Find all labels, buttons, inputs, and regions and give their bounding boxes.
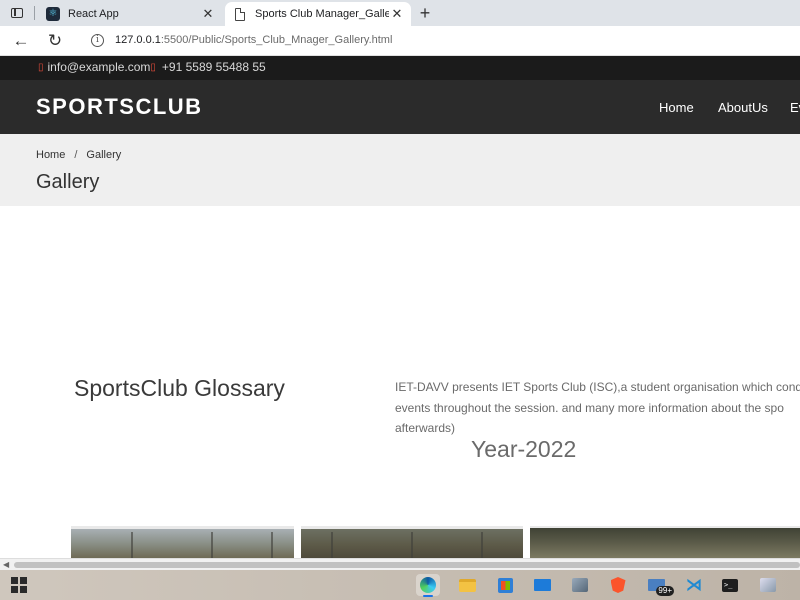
app-icon[interactable] xyxy=(568,574,592,596)
contact-bar: ▯ info@example.com ▯ +91 5589 55488 55 xyxy=(0,56,800,80)
close-icon[interactable]: ✕ xyxy=(200,6,216,22)
envelope-icon: ▯ xyxy=(38,61,44,73)
glossary-line: afterwards) xyxy=(395,421,456,435)
nav-link-home[interactable]: Home xyxy=(659,100,694,115)
address-bar: ← ↻ i 127.0.0.1:5500/Public/Sports_Club_… xyxy=(0,26,800,56)
site-info-icon[interactable]: i xyxy=(91,34,104,47)
breadcrumb-separator: / xyxy=(74,149,78,161)
horizontal-scrollbar[interactable]: ◀ xyxy=(0,558,800,570)
photo-detail xyxy=(481,532,483,558)
gallery-photo[interactable] xyxy=(71,526,294,558)
page-title: Gallery xyxy=(36,171,100,193)
browser-tab-strip: ⚛ React App ✕ Sports Club Manager_Galler… xyxy=(0,0,800,26)
site-logo[interactable]: SPORTSCLUB xyxy=(36,94,203,120)
notifications-icon[interactable]: 99+ xyxy=(644,574,674,596)
nav-link-aboutus[interactable]: AboutUs xyxy=(718,100,768,115)
photo-detail xyxy=(331,532,333,558)
gallery-photo[interactable] xyxy=(301,526,523,558)
new-tab-button[interactable]: + xyxy=(414,2,436,24)
glossary-line: events throughout the session. and many … xyxy=(395,400,784,415)
glossary-heading: SportsClub Glossary xyxy=(74,375,285,401)
page-header: Home / Gallery Gallery xyxy=(0,134,800,206)
store-icon[interactable] xyxy=(493,574,517,596)
app-icon[interactable] xyxy=(756,574,780,596)
phone-icon: ▯ xyxy=(150,61,156,73)
photo-detail xyxy=(131,532,133,558)
url-host: 127.0.0.1 xyxy=(115,34,161,46)
vscode-icon[interactable]: ⋊ xyxy=(682,574,706,596)
tab-title: React App xyxy=(68,8,119,20)
windows-start-icon[interactable] xyxy=(11,577,27,593)
tab-title: Sports Club Manager_Gallery xyxy=(255,8,389,20)
scroll-left-icon[interactable]: ◀ xyxy=(3,560,9,569)
taskbar: 99+ ⋊ >_ xyxy=(0,570,800,600)
terminal-icon[interactable]: >_ xyxy=(718,574,742,596)
breadcrumb-current: Gallery xyxy=(86,149,122,161)
file-explorer-icon[interactable] xyxy=(455,574,479,596)
glossary-line: IET-DAVV presents IET Sports Club (ISC),… xyxy=(395,380,800,394)
notification-badge: 99+ xyxy=(656,586,674,596)
scrollbar-thumb[interactable] xyxy=(14,562,800,568)
tab-sports-club-gallery[interactable]: Sports Club Manager_Gallery ✕ xyxy=(225,2,411,26)
tab-actions-icon[interactable] xyxy=(8,5,26,21)
brave-icon[interactable] xyxy=(606,574,630,596)
photo-detail xyxy=(411,532,413,558)
photo-detail xyxy=(271,532,273,558)
edge-icon[interactable] xyxy=(416,574,440,597)
gallery-photo[interactable] xyxy=(530,526,800,558)
site-navbar: SPORTSCLUB Home AboutUs Ev xyxy=(0,80,800,134)
url-field[interactable]: 127.0.0.1:5500/Public/Sports_Club_Mnager… xyxy=(115,34,392,46)
contact-phone: +91 5589 55488 55 xyxy=(161,60,266,74)
nav-link-events[interactable]: Ev xyxy=(790,100,800,115)
close-icon[interactable]: ✕ xyxy=(389,6,405,22)
photo-detail xyxy=(211,532,213,558)
contact-email[interactable]: info@example.com xyxy=(48,60,151,74)
breadcrumb-home[interactable]: Home xyxy=(36,149,65,161)
page-icon xyxy=(233,7,247,21)
react-icon: ⚛ xyxy=(46,7,60,21)
back-arrow-icon[interactable]: ← xyxy=(10,30,32,52)
year-heading: Year-2022 xyxy=(471,436,577,462)
reload-icon[interactable]: ↻ xyxy=(44,30,66,52)
glossary-description: IET-DAVV presents IET Sports Club (ISC),… xyxy=(395,377,800,437)
breadcrumb: Home / Gallery xyxy=(36,149,121,161)
url-path: :5500/Public/Sports_Club_Mnager_Gallery.… xyxy=(160,34,393,46)
tab-separator xyxy=(34,6,35,20)
contact-info: ▯ info@example.com ▯ +91 5589 55488 55 xyxy=(38,60,266,74)
tab-react-app[interactable]: ⚛ React App ✕ xyxy=(38,2,222,26)
mail-icon[interactable] xyxy=(530,574,554,596)
